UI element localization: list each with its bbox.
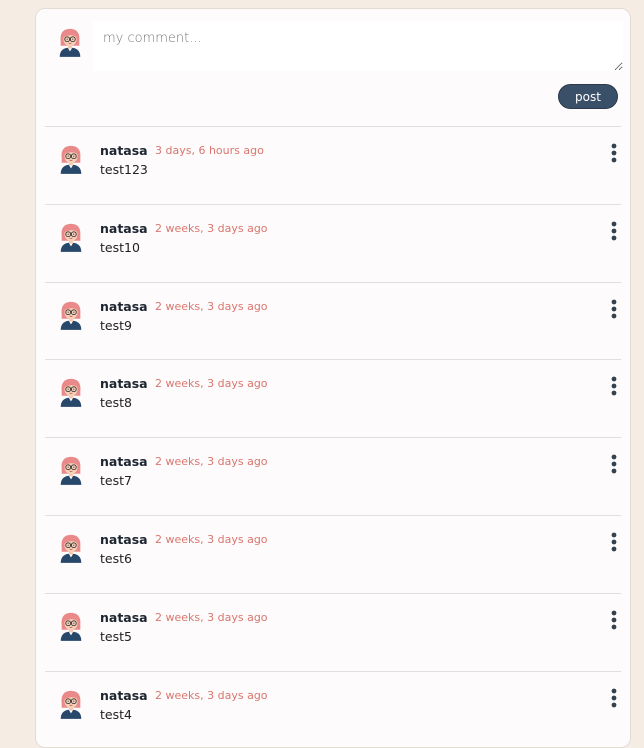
comment-timestamp: 2 weeks, 3 days ago (155, 532, 268, 546)
comment-input[interactable] (93, 21, 623, 71)
avatar-icon (57, 300, 85, 330)
comment-item: natasa 3 days, 6 hours ago test123 (45, 126, 621, 204)
kebab-menu-icon[interactable] (607, 610, 621, 632)
comment-text: test6 (100, 550, 132, 566)
avatar-icon (57, 455, 85, 485)
comment-text: test123 (100, 162, 148, 177)
comment-author: natasa (100, 376, 148, 392)
comment-author: natasa (100, 687, 148, 703)
comment-composer: post (36, 9, 630, 127)
comment-author: natasa (100, 143, 148, 158)
comment-timestamp: 2 weeks, 3 days ago (155, 455, 268, 469)
comment-text: test8 (100, 395, 132, 411)
comment-author: natasa (100, 454, 148, 470)
comment-author: natasa (100, 220, 148, 236)
comment-text: test7 (100, 473, 132, 489)
comment-item: natasa 2 weeks, 3 days ago test9 (45, 281, 621, 360)
comment-timestamp: 2 weeks, 3 days ago (155, 377, 268, 391)
comment-timestamp: 2 weeks, 3 days ago (155, 610, 268, 624)
comments-card: post natasa 3 days, 6 hours ago test123 … (35, 8, 631, 748)
kebab-menu-icon[interactable] (607, 454, 621, 476)
kebab-menu-icon[interactable] (607, 688, 621, 710)
comment-timestamp: 3 days, 6 hours ago (155, 144, 264, 157)
kebab-menu-icon[interactable] (607, 376, 621, 398)
comment-item: natasa 2 weeks, 3 days ago test4 (45, 670, 621, 748)
kebab-menu-icon[interactable] (607, 143, 621, 165)
comment-timestamp: 2 weeks, 3 days ago (155, 688, 268, 702)
kebab-menu-icon[interactable] (607, 299, 621, 321)
comment-text: test4 (100, 706, 132, 722)
comment-text: test5 (100, 628, 132, 644)
kebab-menu-icon[interactable] (607, 221, 621, 243)
comment-text: test9 (100, 317, 132, 333)
avatar-icon (57, 377, 85, 407)
post-button[interactable]: post (558, 84, 618, 109)
comment-item: natasa 2 weeks, 3 days ago test8 (45, 359, 621, 437)
comment-list: natasa 3 days, 6 hours ago test123 natas… (36, 126, 630, 748)
comment-item: natasa 2 weeks, 3 days ago test5 (45, 592, 621, 671)
comment-item: natasa 2 weeks, 3 days ago test10 (45, 203, 621, 282)
comment-timestamp: 2 weeks, 3 days ago (155, 221, 268, 235)
comment-author: natasa (100, 531, 148, 547)
avatar-icon (56, 27, 84, 57)
comment-author: natasa (100, 609, 148, 625)
avatar-icon (57, 689, 85, 719)
avatar-icon (57, 533, 85, 563)
avatar-icon (57, 222, 85, 252)
kebab-menu-icon[interactable] (607, 532, 621, 554)
avatar-icon (57, 611, 85, 641)
comment-item: natasa 2 weeks, 3 days ago test6 (45, 514, 621, 593)
comment-timestamp: 2 weeks, 3 days ago (155, 299, 268, 313)
avatar-icon (57, 144, 85, 174)
comment-text: test10 (100, 239, 140, 255)
comment-item: natasa 2 weeks, 3 days ago test7 (45, 437, 621, 515)
comment-author: natasa (100, 298, 148, 314)
